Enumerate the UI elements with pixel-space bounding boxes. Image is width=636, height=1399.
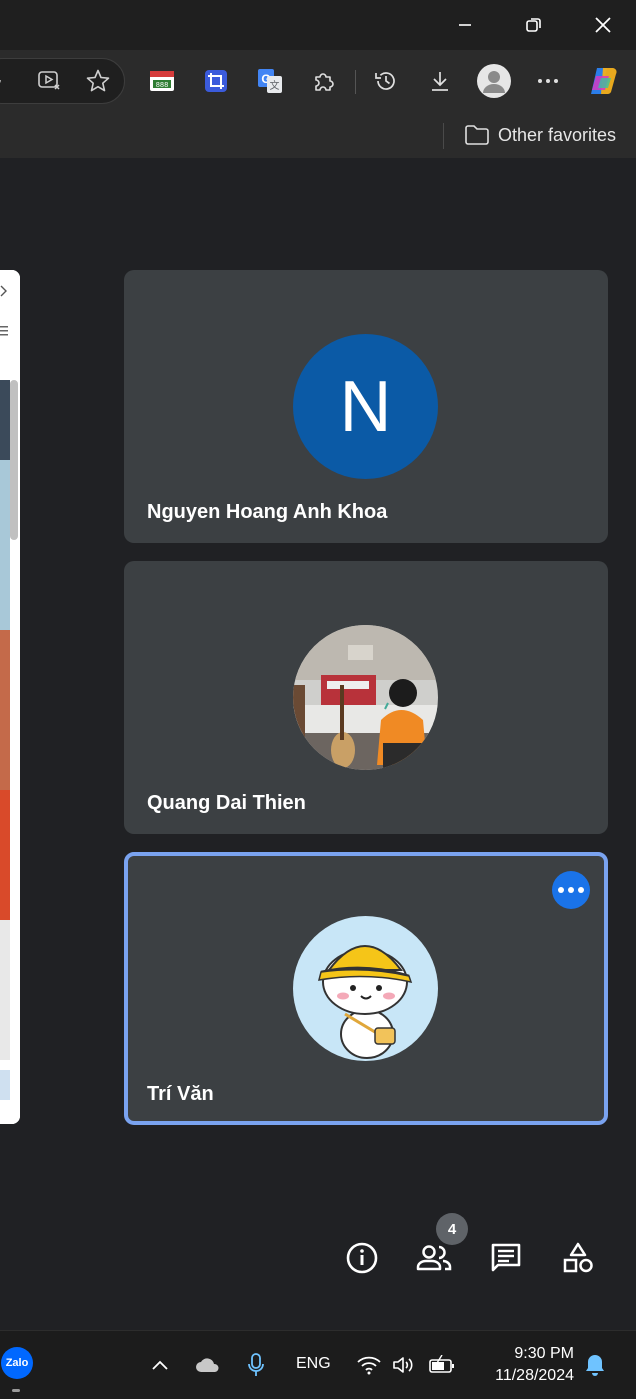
downloads-icon[interactable] <box>421 62 459 100</box>
more-dot-icon <box>568 887 574 893</box>
svg-text:文: 文 <box>270 79 280 92</box>
participant-tile-tri-van[interactable]: Trí Văn <box>124 852 608 1125</box>
participant-name: Trí Văn <box>147 1083 214 1105</box>
favorites-divider <box>443 123 444 149</box>
activities-icon[interactable] <box>556 1236 600 1280</box>
chat-icon[interactable] <box>484 1236 528 1280</box>
meeting-info-icon[interactable] <box>340 1236 384 1280</box>
onedrive-cloud-icon[interactable] <box>192 1349 224 1381</box>
meeting-stage: N Nguyen Hoang Anh Khoa Quang Dai Thien … <box>0 158 636 1330</box>
zalo-app-icon[interactable]: Zalo <box>1 1347 33 1379</box>
people-icon[interactable] <box>412 1236 456 1280</box>
crop-extension-icon[interactable] <box>197 62 235 100</box>
windows-taskbar: Zalo ENG 9:30 PM 11/28/2024 <box>0 1330 636 1399</box>
address-bar[interactable] <box>0 58 125 104</box>
volume-icon[interactable] <box>390 1349 418 1381</box>
browser-toolbar: 888 G文 <box>0 50 636 112</box>
history-icon[interactable] <box>367 62 405 100</box>
shared-screen-preview[interactable] <box>0 270 20 1124</box>
participant-tile-quang-dai-thien[interactable]: Quang Dai Thien <box>124 561 608 834</box>
read-aloud-icon[interactable] <box>31 62 69 100</box>
input-language-indicator[interactable]: ENG <box>296 1355 331 1373</box>
window-title-bar <box>0 0 636 50</box>
toolbar-divider <box>355 70 356 94</box>
system-clock[interactable]: 9:30 PM 11/28/2024 <box>470 1343 574 1387</box>
shared-screen-thumbnail <box>0 270 20 1124</box>
favorites-bar: Other favorites <box>0 112 636 158</box>
avatar: N <box>293 334 438 479</box>
more-dot-icon <box>558 887 564 893</box>
participant-name: Quang Dai Thien <box>147 792 306 814</box>
extensions-puzzle-icon[interactable] <box>305 62 343 100</box>
other-favorites-label: Other favorites <box>498 124 617 145</box>
other-favorites-button[interactable]: Other favorites <box>464 122 616 148</box>
participant-tile-nguyen-hoang-anh-khoa[interactable]: N Nguyen Hoang Anh Khoa <box>124 270 608 543</box>
wifi-icon[interactable] <box>354 1349 384 1381</box>
folder-icon <box>465 125 489 145</box>
minimize-icon[interactable] <box>442 0 488 50</box>
show-hidden-icons-chevron[interactable] <box>146 1349 174 1381</box>
participant-name: Nguyen Hoang Anh Khoa <box>147 501 388 523</box>
sticker-avatar <box>293 916 438 1061</box>
avatar <box>293 916 438 1061</box>
avatar <box>293 625 438 770</box>
close-icon[interactable] <box>580 0 626 50</box>
microphone-in-use-icon[interactable] <box>242 1349 270 1381</box>
more-options-button[interactable] <box>552 871 590 909</box>
clock-time: 9:30 PM <box>514 1345 574 1362</box>
more-menu-icon[interactable] <box>529 62 567 100</box>
microphone-icon[interactable] <box>0 62 19 100</box>
copilot-icon[interactable] <box>585 62 623 100</box>
svg-text:888: 888 <box>156 82 169 90</box>
google-translate-icon[interactable]: G文 <box>251 62 289 100</box>
more-dot-icon <box>578 887 584 893</box>
clock-date: 11/28/2024 <box>495 1367 574 1384</box>
battery-charging-icon[interactable] <box>426 1349 458 1381</box>
participant-photo <box>293 625 438 770</box>
extension-counter-icon[interactable]: 888 <box>143 62 181 100</box>
running-indicator <box>12 1389 20 1392</box>
favorite-star-icon[interactable] <box>79 62 117 100</box>
profile-avatar-icon[interactable] <box>475 62 513 100</box>
notification-bell-icon[interactable] <box>580 1349 610 1381</box>
restore-icon[interactable] <box>511 0 557 50</box>
